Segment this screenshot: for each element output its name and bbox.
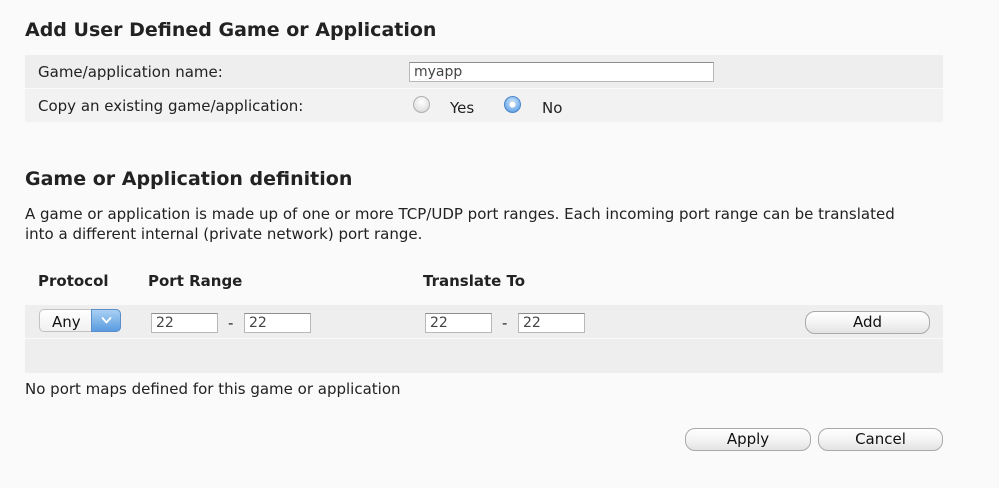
port-map-empty-row — [25, 339, 943, 373]
protocol-select[interactable]: Any — [39, 309, 121, 332]
protocol-select-value: Any — [52, 313, 81, 331]
copy-no-radio[interactable] — [504, 96, 521, 113]
page: Add User Defined Game or Application Gam… — [0, 0, 999, 488]
cancel-button[interactable]: Cancel — [818, 428, 943, 451]
name-label: Game/application name: — [38, 63, 223, 81]
translate-from-input[interactable] — [425, 313, 492, 333]
chevron-down-icon[interactable] — [91, 309, 121, 332]
translate-to-input[interactable] — [518, 313, 585, 333]
copy-label: Copy an existing game/application: — [38, 97, 304, 115]
section-title-add-application: Add User Defined Game or Application — [25, 19, 437, 41]
no-port-maps-message: No port maps defined for this game or ap… — [25, 380, 401, 398]
port-range-separator: - — [228, 314, 234, 332]
translate-to-header: Translate To — [423, 272, 526, 290]
translate-separator: - — [502, 314, 508, 332]
copy-yes-label[interactable]: Yes — [450, 99, 474, 117]
apply-button[interactable]: Apply — [685, 428, 811, 451]
port-range-from-input[interactable] — [151, 313, 218, 333]
definition-description: A game or application is made up of one … — [25, 205, 895, 243]
port-range-header: Port Range — [148, 272, 243, 290]
application-name-input[interactable] — [409, 62, 714, 82]
port-range-to-input[interactable] — [244, 313, 311, 333]
section-title-definition: Game or Application definition — [25, 168, 353, 190]
copy-no-label[interactable]: No — [542, 99, 562, 117]
copy-yes-radio[interactable] — [413, 96, 430, 113]
protocol-header: Protocol — [38, 272, 109, 290]
add-button[interactable]: Add — [805, 311, 930, 334]
